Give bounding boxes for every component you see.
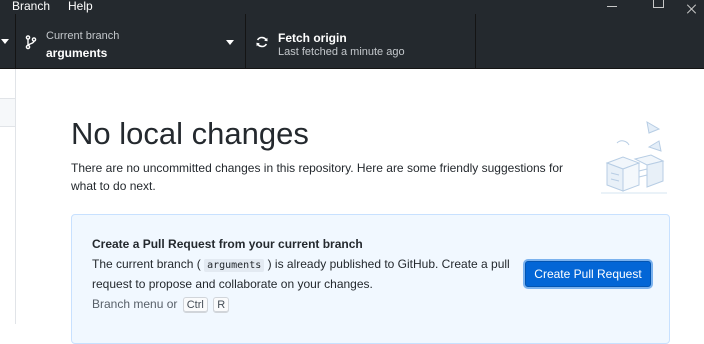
suggestion-description: The current branch ( arguments ) is alre… [92,255,517,293]
git-branch-icon [25,35,37,50]
maximize-button[interactable] [636,0,682,14]
current-branch-button[interactable]: Current branch arguments [16,14,246,68]
shortcut-hint: Branch menu or Ctrl R [92,297,230,313]
page-description: There are no uncommitted changes in this… [71,161,564,193]
close-window-button[interactable] [682,0,704,14]
sidebar [0,69,16,324]
chevron-down-icon [226,40,234,45]
paper-boxes-illustration-icon [601,121,667,194]
fetch-origin-button[interactable]: Fetch origin Last fetched a minute ago [246,14,476,68]
sync-icon [256,36,268,48]
create-pull-request-button[interactable]: Create Pull Request [525,261,651,287]
chevron-down-icon [1,39,9,44]
menu-branch[interactable]: Branch [12,0,50,13]
current-branch-name: arguments [46,46,108,60]
fetch-origin-label: Fetch origin [278,31,347,45]
toolbar: Current branch arguments Fetch origin La… [0,14,704,69]
kbd-r: R [213,297,230,313]
minimize-button[interactable] [590,0,636,14]
kbd-ctrl: Ctrl [182,297,208,313]
menu-bar: Branch Help [0,0,704,14]
shortcut-hint-text: Branch menu or [92,297,178,311]
branch-name-code: arguments [204,259,265,272]
pull-request-suggestion: Create a Pull Request from your current … [71,214,670,344]
repository-dropdown[interactable] [0,14,16,68]
suggestion-text-start: The current branch ( [92,257,201,271]
sidebar-tab-header[interactable] [0,98,15,127]
current-branch-label: Current branch [46,30,120,42]
last-fetched-status: Last fetched a minute ago [278,46,405,58]
suggestion-title: Create a Pull Request from your current … [92,237,363,251]
no-changes-view: No local changes There are no uncommitte… [16,69,704,344]
menu-help[interactable]: Help [68,0,93,13]
page-title: No local changes [71,116,309,151]
